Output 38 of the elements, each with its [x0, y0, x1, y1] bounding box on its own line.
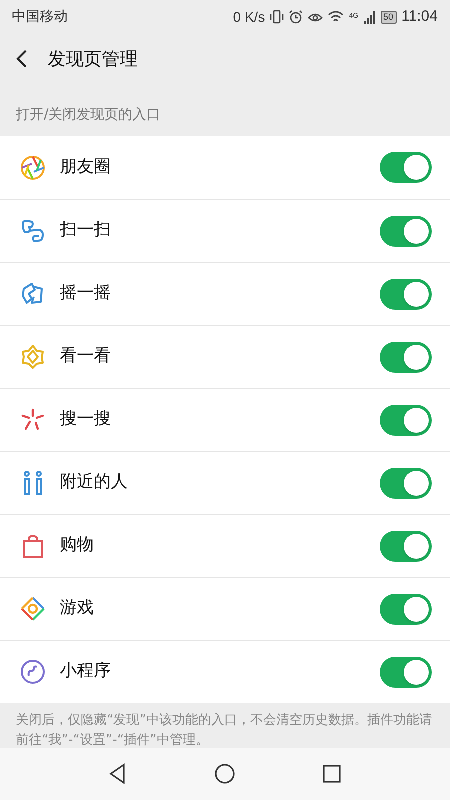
diamond-icon: [20, 596, 46, 622]
item-label: 游戏: [60, 597, 95, 620]
item-label: 购物: [60, 534, 95, 558]
clock-time: 11:04: [402, 6, 438, 27]
alarm-icon: [289, 10, 304, 24]
toggle-switch[interactable]: [380, 342, 432, 372]
toggle-switch[interactable]: [380, 594, 432, 624]
section-label: 打开/关闭发现页的入口: [16, 106, 161, 125]
item-label: 看一看: [60, 345, 112, 368]
item-label: 小程序: [60, 660, 112, 684]
item-label: 摇一摇: [60, 282, 112, 306]
footer-note: 关闭后，仅隐藏“发现”中该功能的入口，不会清空历史数据。插件功能请前往“我”-“设置”-“插件”中管理。: [16, 712, 434, 748]
aperture-icon: [20, 154, 46, 180]
toggle-switch[interactable]: [380, 656, 432, 688]
item-label: 附近的人: [60, 471, 129, 494]
shopping-bag-icon: [20, 533, 46, 559]
page-title: 发现页管理: [48, 48, 138, 72]
toggle-switch[interactable]: [380, 468, 432, 498]
item-label: 搜一搜: [60, 408, 112, 432]
toggle-switch[interactable]: [380, 278, 432, 310]
carrier-name: 中国移动: [12, 8, 68, 26]
star-icon: [20, 344, 46, 370]
battery-level: 50: [380, 10, 397, 24]
toggle-switch[interactable]: [380, 152, 432, 183]
item-label: 扫一扫: [60, 219, 112, 242]
nav-home-button[interactable]: [212, 762, 237, 786]
phones-icon: [20, 281, 46, 307]
vibrate-icon: [270, 10, 284, 24]
link-icon: [20, 659, 46, 685]
signal-icon: [364, 10, 376, 24]
toggle-switch[interactable]: [380, 216, 432, 246]
toggle-switch[interactable]: [380, 404, 432, 436]
scan-icon: [20, 218, 46, 244]
sparkle-icon: [20, 407, 46, 433]
wifi-icon: [328, 10, 344, 24]
item-label: 朋友圈: [60, 156, 112, 179]
network-speed: 0 K/s: [233, 8, 266, 26]
toggle-switch[interactable]: [380, 530, 432, 562]
